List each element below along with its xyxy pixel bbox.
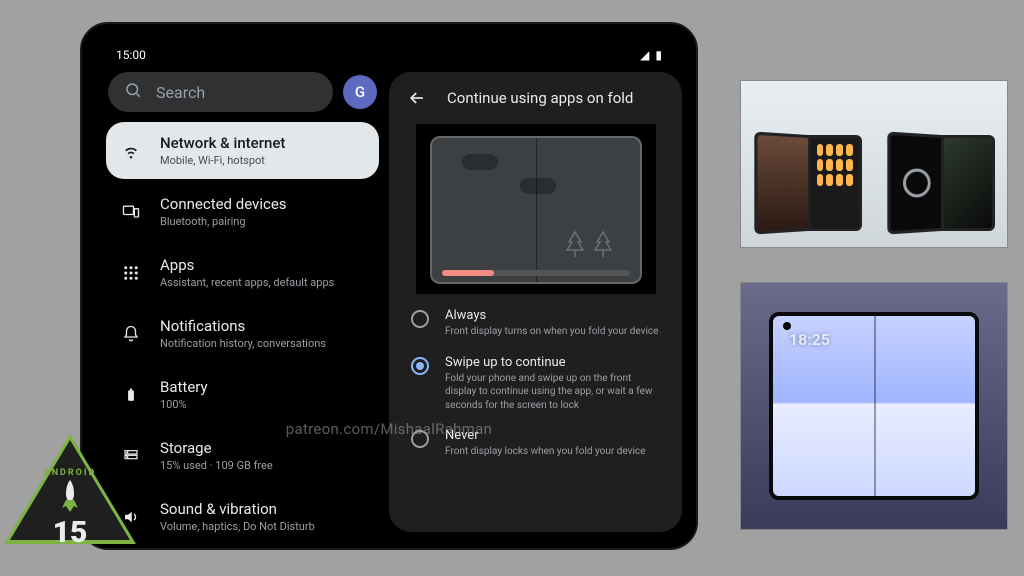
- apps-icon: [120, 264, 142, 282]
- devices-icon: [120, 202, 142, 222]
- battery-icon: ▮: [655, 48, 662, 62]
- menu-sub: 15% used · 109 GB free: [160, 459, 273, 472]
- detail-title: Continue using apps on fold: [447, 89, 633, 107]
- rocket-icon: [10, 480, 130, 516]
- radio-sub: Front display locks when you fold your d…: [445, 445, 645, 459]
- radio-title: Never: [445, 428, 645, 443]
- product-photo-top: [740, 80, 1008, 248]
- profile-avatar[interactable]: G: [343, 75, 377, 109]
- radio-option-never[interactable]: Never Front display locks when you fold y…: [411, 428, 660, 459]
- menu-sub: Bluetooth, pairing: [160, 215, 287, 228]
- menu-title: Apps: [160, 256, 334, 274]
- menu-item-battery[interactable]: Battery 100%: [106, 366, 379, 423]
- radio-group: Always Front display turns on when you fo…: [405, 308, 666, 459]
- menu-item-storage[interactable]: Storage 15% used · 109 GB free: [106, 427, 379, 484]
- fold-illustration: [416, 124, 656, 294]
- product-photo-bottom: 18:25: [740, 282, 1008, 530]
- menu-item-notifications[interactable]: Notifications Notification history, conve…: [106, 305, 379, 362]
- signal-icon: ◢: [640, 48, 649, 62]
- badge-version: 15: [10, 515, 130, 550]
- menu-sub: Notification history, conversations: [160, 337, 326, 350]
- foldable-device-held: 18:25: [769, 312, 979, 500]
- menu-title: Sound & vibration: [160, 500, 315, 518]
- radio-sub: Fold your phone and swipe up on the fron…: [445, 372, 660, 413]
- search-icon: [124, 81, 142, 103]
- radio-title: Always: [445, 308, 658, 323]
- radio-icon: [411, 357, 429, 375]
- wifi-icon: [120, 141, 142, 161]
- foldable-device-b: [887, 135, 995, 231]
- menu-sub: Mobile, Wi-Fi, hotspot: [160, 154, 285, 167]
- menu-sub: Volume, haptics, Do Not Disturb: [160, 520, 315, 533]
- radio-option-swipe[interactable]: Swipe up to continue Fold your phone and …: [411, 355, 660, 413]
- radio-icon: [411, 310, 429, 328]
- menu-item-sound[interactable]: Sound & vibration Volume, haptics, Do Not…: [106, 488, 379, 545]
- status-time: 15:00: [116, 48, 146, 62]
- radio-sub: Front display turns on when you fold you…: [445, 325, 658, 339]
- detail-pane: Continue using apps on fold Always Front …: [389, 72, 682, 532]
- settings-menu: Network & internet Mobile, Wi-Fi, hotspot…: [104, 120, 381, 547]
- menu-title: Notifications: [160, 317, 326, 335]
- search-input[interactable]: Search: [108, 72, 333, 112]
- menu-item-connected[interactable]: Connected devices Bluetooth, pairing: [106, 183, 379, 240]
- back-button[interactable]: [405, 86, 429, 110]
- menu-sub: Assistant, recent apps, default apps: [160, 276, 334, 289]
- battery-full-icon: [120, 385, 142, 405]
- radio-icon: [411, 430, 429, 448]
- settings-list-pane: Search G Network & internet Mobile, Wi-Fi…: [96, 72, 389, 532]
- menu-title: Storage: [160, 439, 273, 457]
- android-version-badge: ANDROID 15: [10, 436, 130, 556]
- search-placeholder: Search: [156, 83, 205, 102]
- radio-option-always[interactable]: Always Front display turns on when you fo…: [411, 308, 660, 339]
- menu-title: Battery: [160, 378, 208, 396]
- menu-sub: 100%: [160, 398, 208, 411]
- bell-icon: [120, 325, 142, 343]
- status-bar: 15:00 ◢ ▮: [96, 44, 682, 72]
- menu-item-apps[interactable]: Apps Assistant, recent apps, default apps: [106, 244, 379, 301]
- menu-item-network[interactable]: Network & internet Mobile, Wi-Fi, hotspot: [106, 122, 379, 179]
- radio-title: Swipe up to continue: [445, 355, 660, 370]
- menu-title: Network & internet: [160, 134, 285, 152]
- menu-title: Connected devices: [160, 195, 287, 213]
- tablet-frame: 15:00 ◢ ▮ Search G: [80, 22, 698, 550]
- foldable-device-a: [754, 135, 862, 231]
- badge-label: ANDROID: [10, 468, 130, 478]
- device-clock: 18:25: [789, 330, 830, 349]
